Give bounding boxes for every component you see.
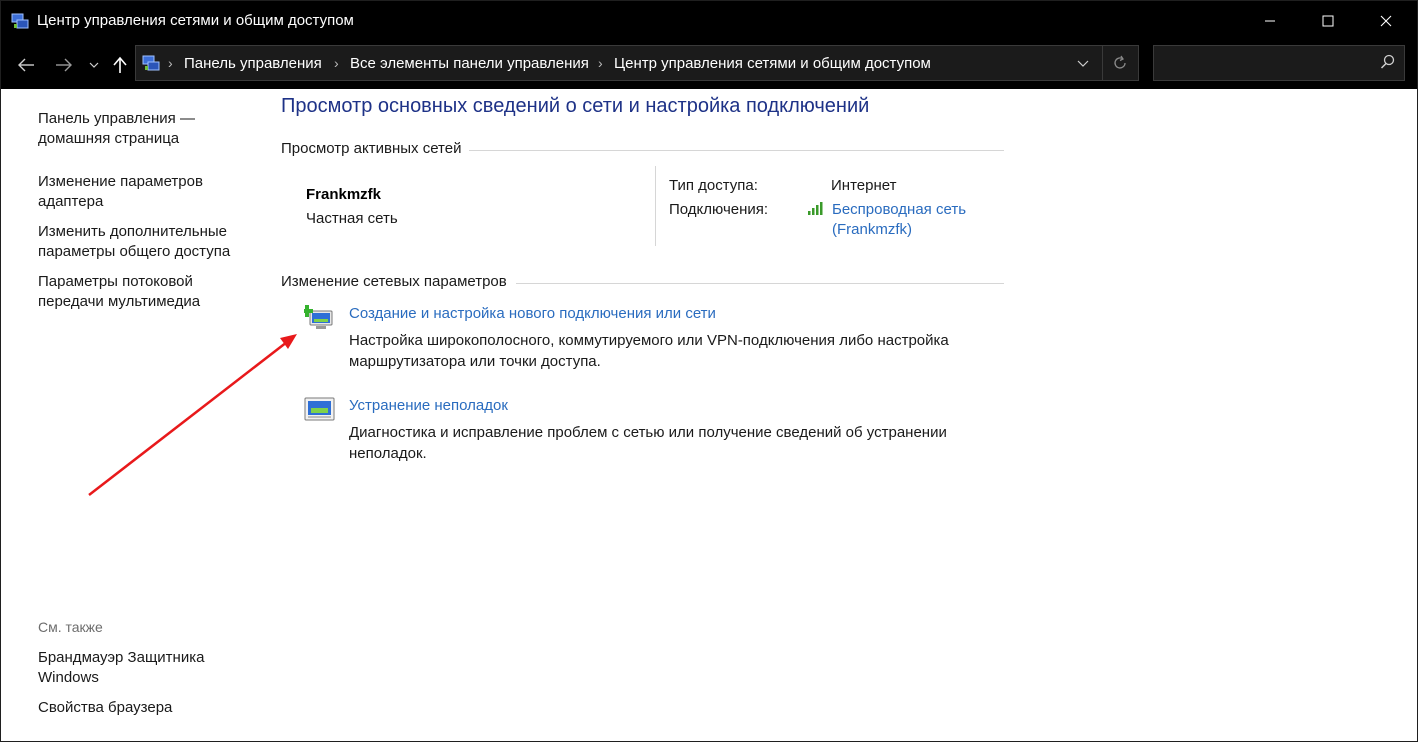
window-title: Центр управления сетями и общим доступом — [37, 12, 354, 29]
back-button[interactable] — [15, 54, 37, 76]
section-divider — [469, 150, 1004, 151]
page-title: Просмотр основных сведений о сети и наст… — [281, 95, 870, 117]
address-history-dropdown[interactable] — [1068, 46, 1098, 80]
up-button[interactable] — [109, 54, 131, 76]
sidebar-item-sharing-settings[interactable]: Изменить дополнительные параметры общего… — [38, 222, 248, 262]
wireless-connection-link[interactable]: Беспроводная сеть (Frankmzfk) — [832, 200, 1002, 240]
see-also-label: См. также — [38, 619, 103, 635]
arrow-left-icon — [18, 58, 34, 72]
create-connection-description: Настройка широкополосного, коммутируемог… — [349, 332, 949, 370]
wifi-signal-icon — [808, 202, 823, 215]
see-also-browser-properties-link[interactable]: Свойства браузера — [38, 698, 248, 718]
close-button[interactable] — [1363, 1, 1409, 41]
search-icon — [1380, 54, 1395, 69]
network-divider — [655, 166, 656, 246]
create-connection-link[interactable]: Создание и настройка нового подключения … — [349, 305, 716, 322]
breadcrumb-all-items[interactable]: Все элементы панели управления — [350, 55, 589, 72]
breadcrumb-network-center[interactable]: Центр управления сетями и общим доступом — [614, 55, 931, 72]
arrow-right-icon — [56, 58, 72, 72]
maximize-button[interactable] — [1305, 1, 1351, 41]
refresh-button[interactable] — [1102, 46, 1137, 80]
network-category[interactable]: Частная сеть — [306, 210, 398, 227]
new-connection-icon — [304, 305, 333, 329]
minimize-icon — [1265, 20, 1275, 22]
arrow-up-icon — [113, 56, 127, 73]
breadcrumb-separator-icon: › — [334, 55, 339, 71]
address-bar[interactable]: › Панель управления › Все элементы панел… — [135, 45, 1139, 81]
recent-locations-button[interactable] — [85, 54, 103, 76]
minimize-button[interactable] — [1247, 1, 1293, 41]
change-settings-header: Изменение сетевых параметров — [281, 273, 507, 290]
connections-label: Подключения: — [669, 201, 769, 218]
maximize-icon — [1322, 15, 1334, 27]
troubleshoot-icon — [304, 397, 335, 421]
chevron-down-icon — [89, 62, 99, 68]
see-also-firewall-link[interactable]: Брандмауэр Защитника Windows — [38, 648, 218, 688]
troubleshoot-link[interactable]: Устранение неполадок — [349, 397, 508, 414]
access-type-label: Тип доступа: — [669, 177, 758, 194]
control-panel-icon — [142, 55, 160, 71]
troubleshoot-description: Диагностика и исправление проблем с сеть… — [349, 424, 947, 462]
chevron-down-icon — [1077, 60, 1089, 67]
forward-button[interactable] — [53, 54, 75, 76]
network-center-window: Центр управления сетями и общим доступом — [0, 0, 1418, 742]
close-icon — [1380, 15, 1392, 27]
active-networks-header: Просмотр активных сетей — [281, 140, 462, 157]
breadcrumb-separator-icon: › — [168, 55, 173, 71]
network-name: Frankmzfk — [306, 186, 382, 203]
access-type-value: Интернет — [831, 177, 897, 194]
refresh-icon — [1114, 55, 1126, 69]
sidebar-item-adapter-settings[interactable]: Изменение параметров адаптера — [38, 172, 248, 212]
search-input[interactable] — [1160, 52, 1374, 76]
search-box[interactable] — [1153, 45, 1405, 81]
breadcrumb-control-panel[interactable]: Панель управления — [184, 55, 322, 72]
section-divider — [516, 283, 1004, 284]
sidebar: Панель управления — домашняя страница Из… — [1, 89, 269, 741]
title-bar: Центр управления сетями и общим доступом — [1, 1, 1417, 41]
breadcrumb-separator-icon: › — [598, 55, 603, 71]
sidebar-home-link[interactable]: Панель управления — домашняя страница — [38, 109, 248, 149]
sidebar-item-media-streaming[interactable]: Параметры потоковой передачи мультимедиа — [38, 272, 248, 312]
network-center-app-icon — [11, 13, 29, 29]
